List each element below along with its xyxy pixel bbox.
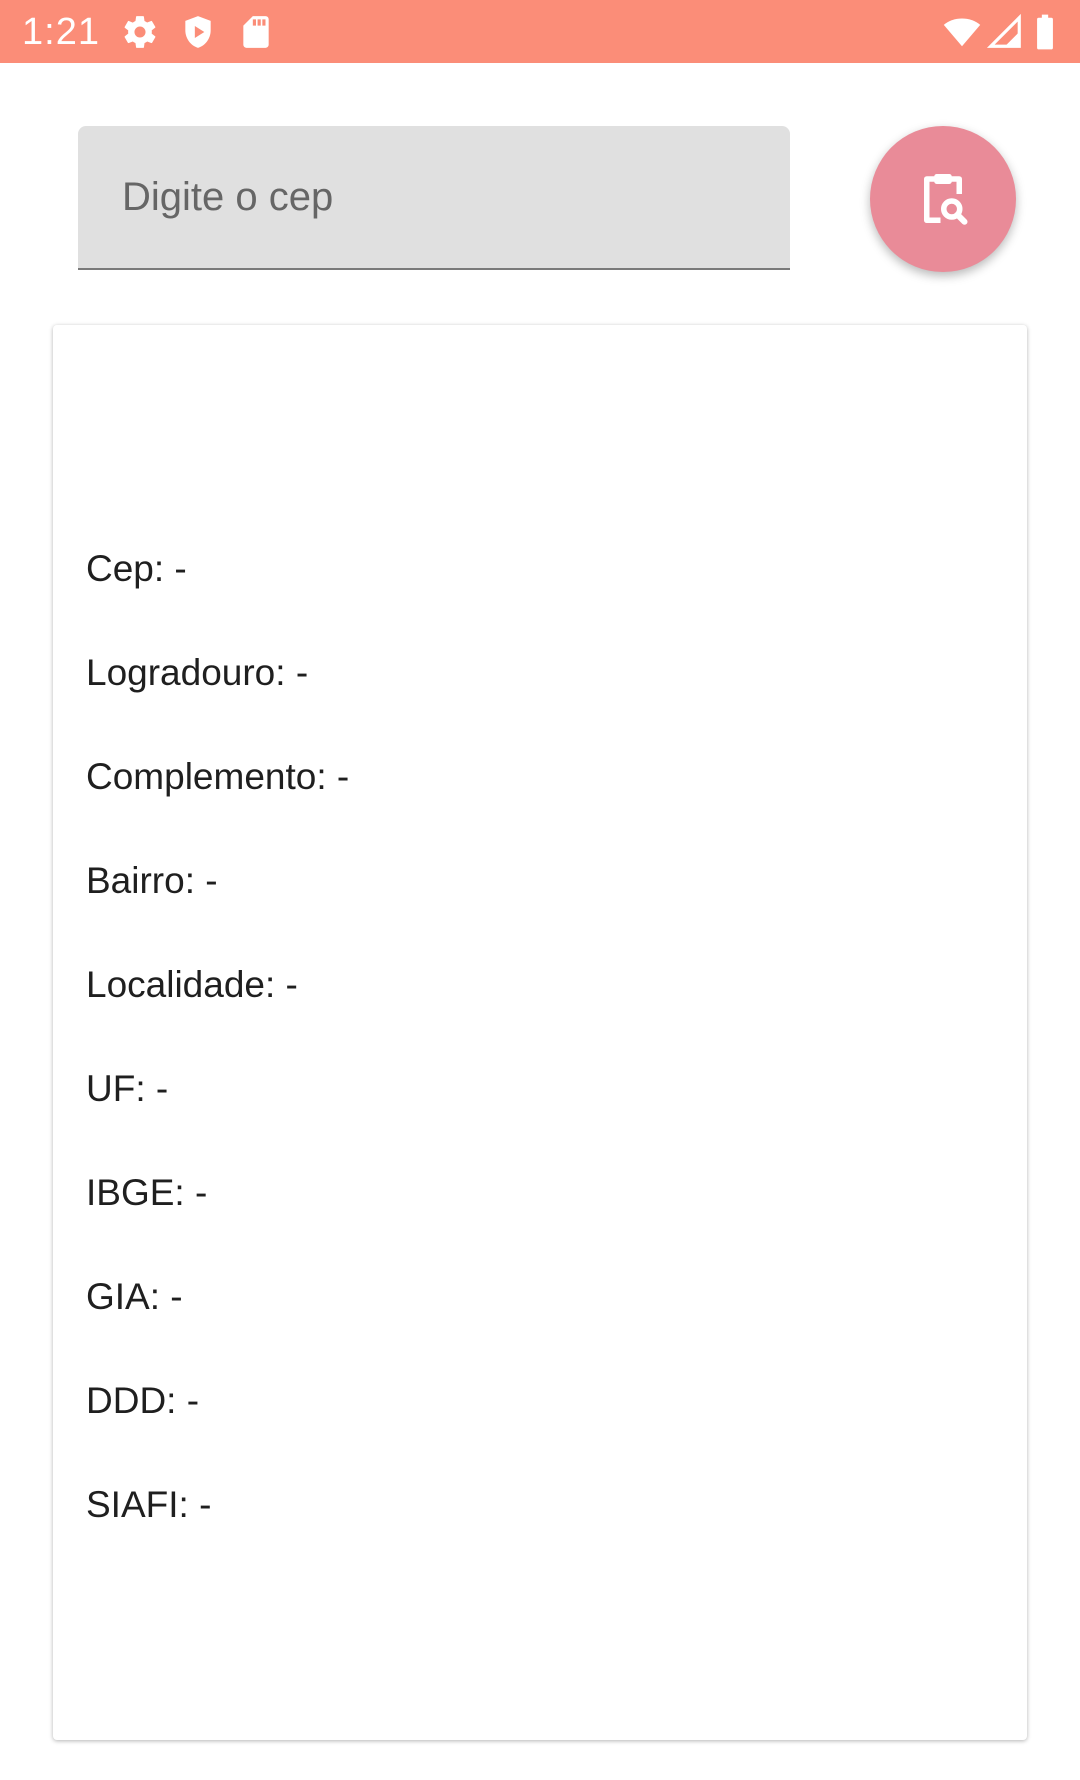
uf-result-label: UF: - — [86, 1068, 169, 1109]
cep-input[interactable] — [78, 126, 790, 268]
localidade-result-label: Localidade: - — [86, 964, 298, 1005]
shield-play-icon — [179, 13, 217, 51]
clipboard-search-icon — [913, 169, 973, 229]
wifi-icon — [940, 13, 984, 51]
signal-icon — [986, 13, 1024, 51]
complemento-result-label: Complemento: - — [86, 756, 350, 797]
bairro-result-label: Bairro: - — [86, 860, 218, 901]
ddd-result-label: DDD: - — [86, 1380, 200, 1421]
result-card: Cep: - Logradouro: - Complemento: - Bair… — [53, 325, 1027, 1740]
logradouro-result-label: Logradouro: - — [86, 652, 309, 693]
cep-field[interactable] — [78, 126, 790, 270]
status-bar: 1:21 — [0, 0, 1080, 63]
cep-result-label: Cep: - — [86, 548, 187, 589]
status-time: 1:21 — [22, 11, 100, 53]
gia-result-label: GIA: - — [86, 1276, 183, 1317]
ibge-result-label: IBGE: - — [86, 1172, 208, 1213]
siafi-result-label: SIAFI: - — [86, 1484, 212, 1525]
gear-icon — [121, 13, 159, 51]
battery-icon — [1030, 13, 1060, 51]
search-cep-button[interactable] — [870, 126, 1016, 272]
sd-card-icon — [237, 13, 275, 51]
